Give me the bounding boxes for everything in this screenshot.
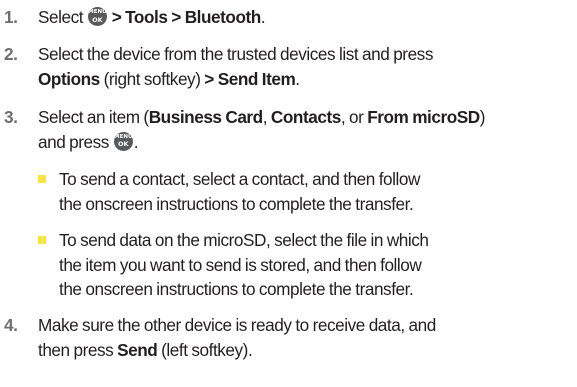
- bullet-text: To send data on the microSD, select the …: [59, 228, 577, 302]
- softkey-note: (right softkey): [103, 68, 201, 89]
- step-text: Select the device from the trusted devic…: [38, 42, 577, 91]
- step-text-run: Select: [38, 7, 84, 27]
- step-text: Select an item (Business Card, Contacts,…: [38, 105, 577, 154]
- punctuation: .: [260, 7, 266, 27]
- step-text-run: Select an item (: [38, 107, 149, 127]
- punctuation: ): [479, 107, 486, 127]
- step-text: Make sure the other device is ready to r…: [38, 313, 577, 362]
- step-number: 3.: [4, 107, 18, 127]
- step-number: 2.: [4, 44, 18, 64]
- step-number: 1.: [4, 7, 18, 27]
- contacts-label: Contacts: [270, 107, 341, 127]
- softkey-note: (left softkey).: [161, 339, 253, 360]
- step-line: Select the device from the trusted devic…: [38, 44, 433, 64]
- key-label-bottom: OK: [92, 15, 103, 24]
- yellow-bullet-icon: [38, 236, 46, 244]
- key-label-top: MENU: [88, 9, 107, 15]
- step-text-run: and press: [38, 131, 109, 152]
- bullet-line: the item you want to send is stored, and…: [59, 254, 422, 275]
- step-line: Options (right softkey) > Send Item.: [38, 67, 577, 92]
- send-label: Send: [117, 339, 158, 360]
- business-card-label: Business Card: [148, 107, 263, 127]
- step-line: and press MENU OK.: [38, 130, 577, 155]
- key-label-bottom: OK: [117, 140, 129, 148]
- bullet-line: the onscreen instructions to complete th…: [59, 193, 414, 214]
- send-item-label: > Send Item: [204, 68, 296, 89]
- step-line: Select MENU OK > Tools > Bluetooth.: [38, 5, 577, 30]
- menu-ok-key-icon: MENU OK: [87, 7, 107, 26]
- step-text-run: , or: [340, 107, 364, 127]
- step-text: Select MENU OK > Tools > Bluetooth.: [38, 5, 577, 30]
- menu-path-tools: > Tools: [111, 7, 168, 27]
- step-number: 4.: [4, 315, 18, 335]
- options-label: Options: [38, 68, 100, 89]
- menu-path-bluetooth: > Bluetooth: [171, 7, 261, 27]
- instruction-document: 1. Select MENU OK > Tools > Bluetooth. 2.…: [0, 0, 577, 387]
- step-text-run: then press: [38, 339, 114, 360]
- menu-ok-key-icon: MENU OK: [113, 131, 133, 151]
- punctuation: ,: [262, 107, 268, 127]
- step-line: then press Send (left softkey).: [38, 338, 577, 363]
- step-line: Make sure the other device is ready to r…: [38, 315, 436, 335]
- bullet-line: To send a contact, select a contact, and…: [59, 169, 420, 189]
- bullet-text: To send a contact, select a contact, and…: [59, 167, 577, 216]
- yellow-bullet-icon: [38, 175, 46, 183]
- punctuation: .: [295, 68, 300, 89]
- bullet-line: To send data on the microSD, select the …: [59, 230, 429, 250]
- bullet-line: the onscreen instructions to complete th…: [59, 279, 414, 299]
- punctuation: .: [133, 131, 139, 152]
- from-microsd-label: From microSD: [367, 107, 480, 127]
- step-line: Select an item (Business Card, Contacts,…: [38, 105, 577, 130]
